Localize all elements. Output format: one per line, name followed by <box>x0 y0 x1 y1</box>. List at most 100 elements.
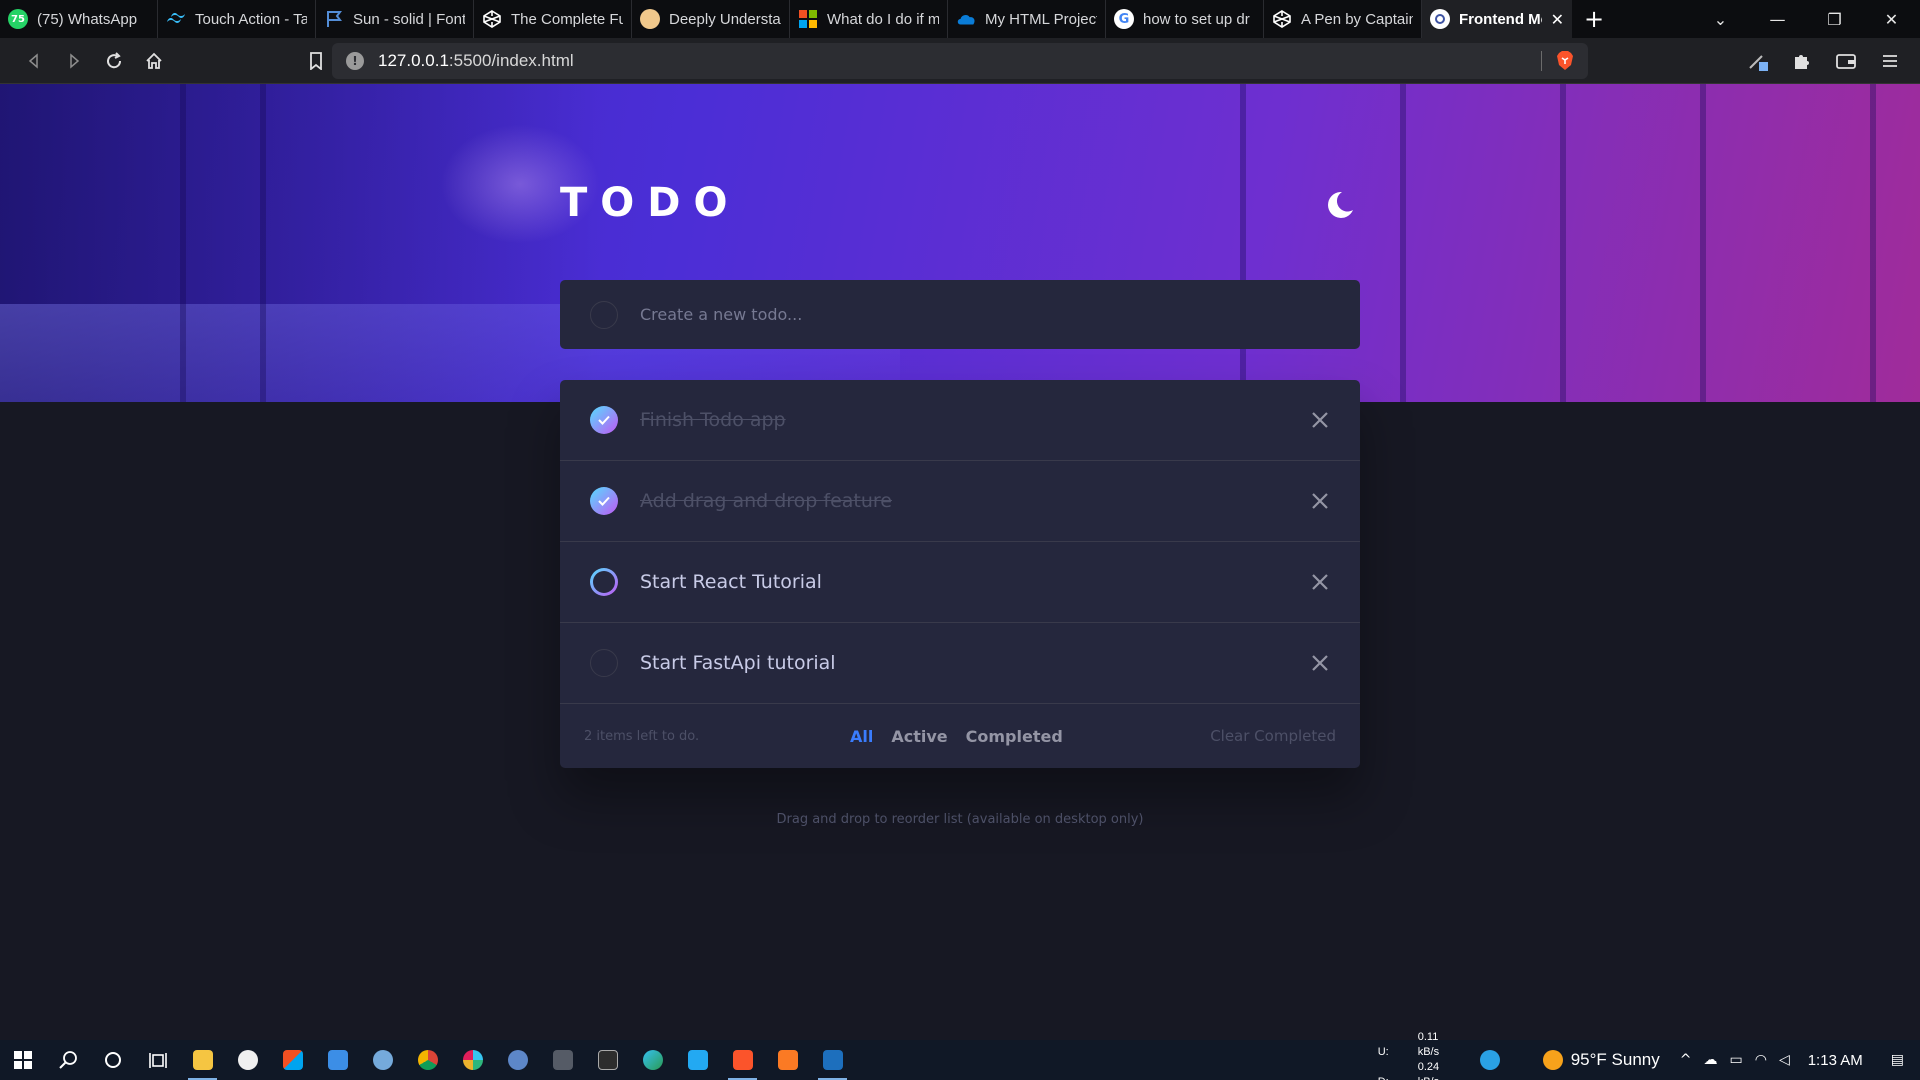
tab-font-awesome[interactable]: Sun - solid | Font <box>316 0 474 38</box>
wallet-icon[interactable] <box>1826 41 1866 81</box>
xampp-icon[interactable] <box>765 1040 810 1080</box>
tab-title: how to set up dr <box>1143 10 1250 28</box>
filter-active[interactable]: Active <box>891 727 947 746</box>
store-icon[interactable] <box>270 1040 315 1080</box>
bookmark-button[interactable] <box>296 41 336 81</box>
brave-icon[interactable] <box>720 1040 765 1080</box>
tab-title: My HTML Project <box>985 10 1097 28</box>
back-button[interactable] <box>14 41 54 81</box>
delete-icon[interactable] <box>1310 410 1330 430</box>
check-circle[interactable] <box>590 649 618 677</box>
frontendmentor-icon <box>1430 9 1450 29</box>
tab-microsoft-answers[interactable]: What do I do if m <box>790 0 948 38</box>
tab-badge: 75 <box>11 13 25 25</box>
extensions-puzzle-icon[interactable] <box>1782 41 1822 81</box>
todo-item[interactable]: Start React Tutorial <box>560 542 1360 623</box>
todo-item[interactable]: Finish Todo app <box>560 380 1360 461</box>
search-icon[interactable] <box>45 1040 90 1080</box>
delete-icon[interactable] <box>1310 491 1330 511</box>
new-tab-button[interactable]: + <box>1572 0 1616 38</box>
delete-icon[interactable] <box>1310 653 1330 673</box>
tab-codepen[interactable]: A Pen by Captain <box>1264 0 1422 38</box>
wifi-icon[interactable]: ◠ <box>1755 1052 1767 1068</box>
minimize-button[interactable]: — <box>1749 0 1806 38</box>
mail-icon[interactable] <box>315 1040 360 1080</box>
site-info-icon[interactable]: ! <box>346 52 364 70</box>
close-window-button[interactable]: ✕ <box>1863 0 1920 38</box>
hero-background-image <box>0 84 1920 402</box>
new-todo-check-circle[interactable] <box>590 300 618 329</box>
check-circle-hover[interactable] <box>590 568 618 596</box>
cortana-icon[interactable] <box>90 1040 135 1080</box>
edge-icon[interactable] <box>630 1040 675 1080</box>
slack-icon[interactable] <box>450 1040 495 1080</box>
reload-button[interactable] <box>94 41 134 81</box>
net-down-value: 0.24 kB/s <box>1417 1061 1440 1080</box>
completed-check-icon[interactable] <box>590 406 618 434</box>
todo-list: Finish Todo app Add drag and drop featur… <box>560 380 1360 768</box>
r-studio-icon[interactable] <box>360 1040 405 1080</box>
whatsapp-icon: 75 <box>8 9 28 29</box>
filter-all[interactable]: All <box>850 727 873 746</box>
google-icon: G <box>1114 9 1134 29</box>
task-view-icon[interactable] <box>135 1040 180 1080</box>
tab-title: Touch Action - Ta <box>195 10 307 28</box>
globe-icon[interactable] <box>495 1040 540 1080</box>
todo-item[interactable]: Add drag and drop feature <box>560 461 1360 542</box>
tab-frontend-mentor[interactable]: Frontend Me ✕ <box>1422 0 1572 38</box>
restore-button[interactable]: ❐ <box>1806 0 1863 38</box>
tab-title: Frontend Me <box>1459 10 1542 28</box>
tailwind-icon <box>166 9 186 29</box>
new-todo-bar <box>560 280 1360 349</box>
tab-title: (75) WhatsApp <box>37 10 138 28</box>
delete-icon[interactable] <box>1310 572 1330 592</box>
todo-item[interactable]: Start FastApi tutorial <box>560 623 1360 704</box>
menu-icon[interactable] <box>1870 41 1910 81</box>
vscode-icon[interactable] <box>675 1040 720 1080</box>
home-button[interactable] <box>134 41 174 81</box>
terminal-icon[interactable] <box>585 1040 630 1080</box>
tab-onedrive[interactable]: My HTML Project <box>948 0 1106 38</box>
address-bar[interactable]: ! 127.0.0.1:5500/index.html <box>332 43 1588 79</box>
url-text[interactable]: 127.0.0.1:5500/index.html <box>378 51 574 71</box>
tab-search-chevron-icon[interactable]: ⌄ <box>1692 0 1749 38</box>
extension-pen-icon[interactable] <box>1738 41 1778 81</box>
drag-hint: Drag and drop to reorder list (available… <box>776 812 1144 827</box>
tab-google-search[interactable]: G how to set up dr <box>1106 0 1264 38</box>
forward-button[interactable] <box>54 41 94 81</box>
start-button[interactable] <box>0 1040 45 1080</box>
reload-icon <box>107 51 122 68</box>
weather-text: 95°F Sunny <box>1570 1050 1660 1069</box>
brave-shields-icon[interactable] <box>1556 51 1574 71</box>
tab-title: A Pen by Captain <box>1301 10 1413 28</box>
moon-icon[interactable] <box>1324 189 1356 221</box>
new-todo-input[interactable] <box>640 305 1320 324</box>
filter-completed[interactable]: Completed <box>966 727 1063 746</box>
window-app-icon[interactable] <box>540 1040 585 1080</box>
tab-whatsapp[interactable]: 75 (75) WhatsApp <box>0 0 158 38</box>
clock[interactable]: 1:13 AM <box>1808 1052 1863 1069</box>
file-explorer-icon[interactable] <box>180 1040 225 1080</box>
todo-page: TODO Finish Todo app <box>0 84 1920 1040</box>
tab-complete-guide[interactable]: The Complete Fu <box>474 0 632 38</box>
notifications-icon[interactable]: ▤ <box>1891 1052 1904 1068</box>
completed-check-icon[interactable] <box>590 487 618 515</box>
net-down-label: D: <box>1378 1075 1418 1080</box>
onedrive-sync-icon[interactable]: ☁ <box>1703 1052 1717 1068</box>
tab-title: Deeply Understa <box>669 10 781 28</box>
itunes-icon[interactable] <box>225 1040 270 1080</box>
chrome-icon[interactable] <box>405 1040 450 1080</box>
tab-title: What do I do if m <box>827 10 939 28</box>
tab-deeply-understand[interactable]: Deeply Understa <box>632 0 790 38</box>
tab-touch-action[interactable]: Touch Action - Ta <box>158 0 316 38</box>
volume-icon[interactable]: ◁ <box>1779 1052 1790 1068</box>
weather-widget[interactable]: 95°F Sunny <box>1542 1050 1660 1070</box>
microsoft-icon <box>798 9 818 29</box>
todo-text: Add drag and drop feature <box>640 490 893 512</box>
chevron-up-icon[interactable]: ^ <box>1680 1052 1692 1068</box>
clear-completed-button[interactable]: Clear Completed <box>1210 727 1336 745</box>
help-icon[interactable] <box>1468 1040 1513 1080</box>
battery-icon[interactable]: ▭ <box>1729 1052 1742 1068</box>
close-tab-icon[interactable]: ✕ <box>1551 10 1564 29</box>
photos-icon[interactable] <box>810 1040 855 1080</box>
